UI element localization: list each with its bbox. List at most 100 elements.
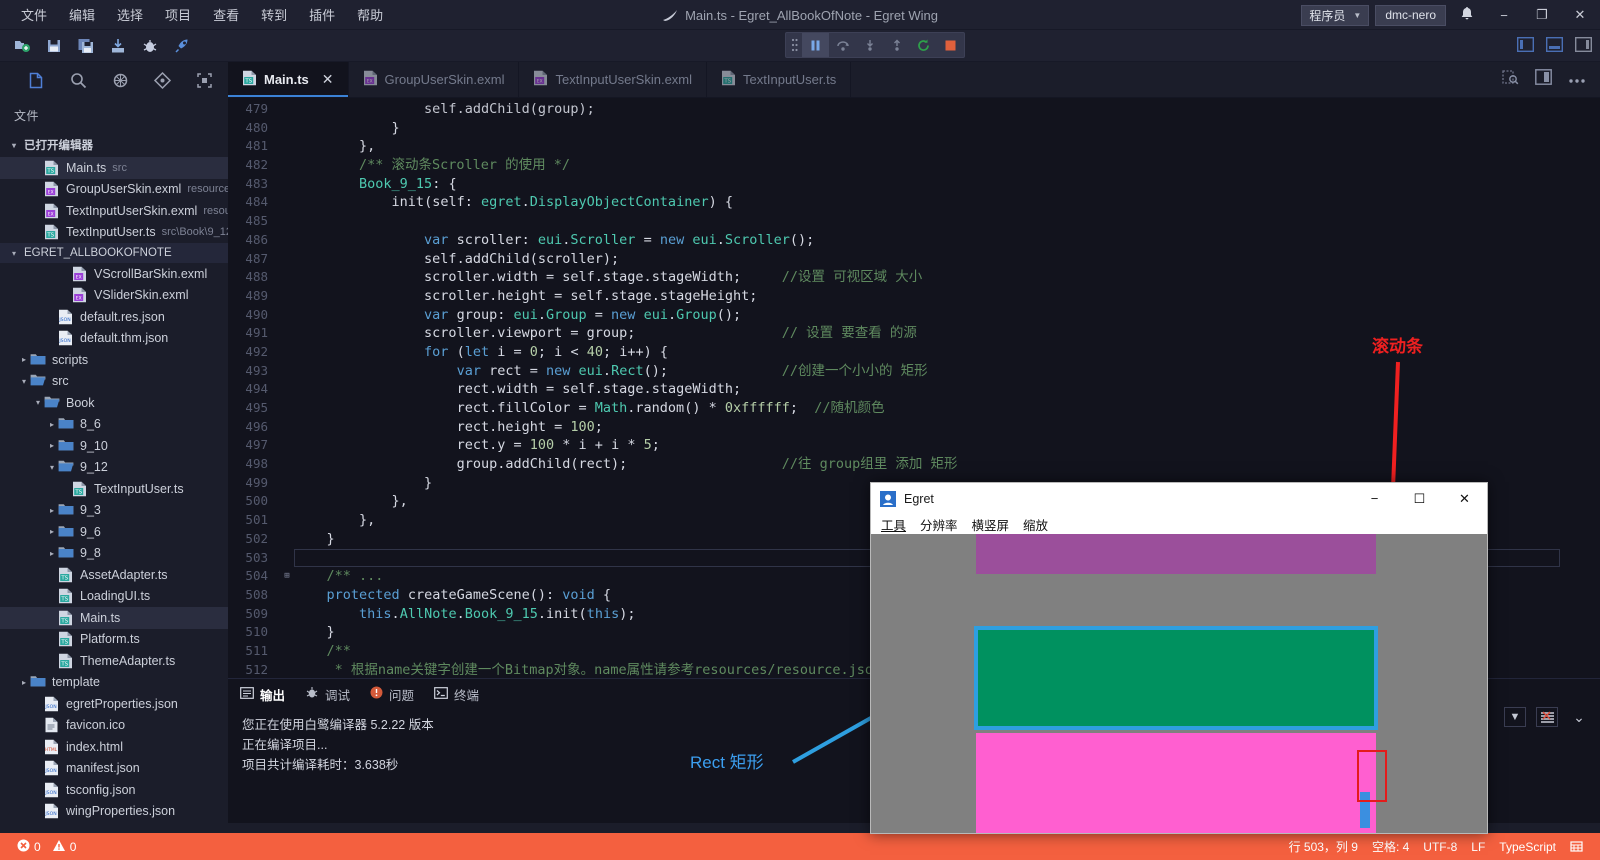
code-line-489[interactable]: 489 scroller.height = self.stage.stageHe… [228,287,1600,306]
user-chip[interactable]: dmc-nero [1375,4,1446,26]
egret-close-button[interactable]: ✕ [1442,483,1487,514]
status-notification-icon[interactable] [1563,833,1590,860]
debug-bug-icon[interactable] [136,33,164,59]
egret-menu-item-3[interactable]: 缩放 [1022,515,1049,534]
explorer-files-icon[interactable] [26,70,46,90]
tree-item-8[interactable]: ▸ 9_10 [0,435,228,457]
menu-item-5[interactable]: 转到 [250,1,298,28]
clear-output-icon[interactable] [1536,707,1558,727]
status-cursor-position[interactable]: 行 503，列 9 [1282,833,1365,860]
save-icon[interactable] [40,33,68,59]
split-search-icon[interactable] [1502,69,1519,91]
explorer-sidebar[interactable]: 文件 ▾ 已打开编辑器 TS Main.ts src EX GroupUserSkin.ex… [0,98,228,823]
extensions-icon[interactable] [110,70,130,90]
chevron-down-icon[interactable]: ▾ [46,463,58,472]
tree-item-23[interactable]: JSON manifest.json [0,758,228,780]
code-line-496[interactable]: 496 rect.height = 100; [228,418,1600,437]
menu-item-4[interactable]: 查看 [202,1,250,28]
split-editor-icon[interactable] [1535,69,1552,90]
tree-item-7[interactable]: ▸ 8_6 [0,414,228,436]
editor-tab-bar[interactable]: TS Main.ts ✕ EX GroupUserSkin.exml EX TextInpu… [228,62,1600,98]
collapse-panel-icon[interactable]: ⌄ [1568,707,1590,727]
code-line-480[interactable]: 480 } [228,119,1600,138]
search-icon[interactable] [68,70,88,90]
chevron-right-icon[interactable]: ▸ [46,420,58,429]
tree-item-3[interactable]: JSON default.thm.json [0,328,228,350]
stop-button[interactable] [937,33,964,57]
panel-tab-1[interactable]: 调试 [305,685,350,704]
status-language-mode[interactable]: TypeScript [1492,833,1563,860]
tree-item-13[interactable]: ▸ 9_8 [0,543,228,565]
editor-tab-0[interactable]: TS Main.ts ✕ [228,62,349,97]
tree-item-24[interactable]: JSON tsconfig.json [0,779,228,801]
panel-tab-2[interactable]: 问题 [370,685,414,704]
step-over-button[interactable] [829,33,856,57]
tree-item-17[interactable]: TS Platform.ts [0,629,228,651]
tree-item-0[interactable]: EX VScrollBarSkin.exml [0,263,228,285]
toggle-right-panel-icon[interactable] [1574,36,1593,57]
toggle-sidebar-icon[interactable] [1516,36,1535,57]
fold-expand-icon[interactable]: ⊞ [280,567,294,586]
source-control-icon[interactable] [152,70,172,90]
tree-item-6[interactable]: ▾ Book [0,392,228,414]
wing-panel-icon[interactable] [194,70,214,90]
egret-menu-item-0[interactable]: 工具 [880,515,907,534]
step-into-button[interactable] [856,33,883,57]
code-line-488[interactable]: 488 scroller.width = self.stage.stageWid… [228,268,1600,287]
code-line-495[interactable]: 495 rect.fillColor = Math.random() * 0xf… [228,399,1600,418]
window-close-button[interactable]: ✕ [1564,0,1596,30]
open-editor-item-2[interactable]: EX TextInputUserSkin.exml resou... [0,200,228,222]
tree-item-18[interactable]: TS ThemeAdapter.ts [0,650,228,672]
more-actions-icon[interactable] [1568,71,1586,89]
window-maximize-button[interactable]: ❐ [1526,0,1558,30]
chevron-down-icon[interactable]: ▾ [18,377,30,386]
status-eol[interactable]: LF [1464,833,1492,860]
egret-preview-window[interactable]: Egret − ☐ ✕ 工具 分辨率 横竖屏 缩放 [870,482,1488,834]
code-line-483[interactable]: 483 Book_9_15: { [228,175,1600,194]
filter-icon[interactable]: ▼ [1504,707,1526,727]
menu-item-7[interactable]: 帮助 [346,1,394,28]
code-line-482[interactable]: 482 /** 滚动条Scroller 的使用 */ [228,156,1600,175]
chevron-right-icon[interactable]: ▸ [18,355,30,364]
status-indentation[interactable]: 空格: 4 [1365,833,1416,860]
chevron-right-icon[interactable]: ▸ [46,506,58,515]
code-line-494[interactable]: 494 rect.width = self.stage.stageWidth; [228,380,1600,399]
drag-grip-icon[interactable] [786,33,802,57]
publish-rocket-icon[interactable] [168,33,196,59]
code-line-486[interactable]: 486 var scroller: eui.Scroller = new eui… [228,231,1600,250]
menu-item-1[interactable]: 编辑 [58,1,106,28]
tree-item-5[interactable]: ▾ src [0,371,228,393]
window-minimize-button[interactable]: − [1488,0,1520,30]
tree-item-20[interactable]: JSON egretProperties.json [0,693,228,715]
code-line-487[interactable]: 487 self.addChild(scroller); [228,250,1600,269]
editor-tab-1[interactable]: EX GroupUserSkin.exml [349,62,520,97]
file-tree[interactable]: ▾ 已打开编辑器 TS Main.ts src EX GroupUserSkin.exml r… [0,133,228,822]
code-line-498[interactable]: 498 group.addChild(rect); //往 group组里 添加… [228,455,1600,474]
open-editor-item-0[interactable]: TS Main.ts src [0,157,228,179]
tree-item-19[interactable]: ▸ template [0,672,228,694]
step-out-button[interactable] [883,33,910,57]
tree-item-2[interactable]: JSON default.res.json [0,306,228,328]
tree-item-12[interactable]: ▸ 9_6 [0,521,228,543]
tree-item-25[interactable]: JSON wingProperties.json [0,801,228,823]
menu-item-6[interactable]: 插件 [298,1,346,28]
tree-item-10[interactable]: TS TextInputUser.ts [0,478,228,500]
chevron-right-icon[interactable]: ▸ [18,678,30,687]
chevron-right-icon[interactable]: ▸ [46,527,58,536]
editor-tab-2[interactable]: EX TextInputUserSkin.exml [519,62,708,97]
egret-menu-item-1[interactable]: 分辨率 [919,515,959,534]
restart-button[interactable] [910,33,937,57]
tree-item-9[interactable]: ▾ 9_12 [0,457,228,479]
code-line-490[interactable]: 490 var group: eui.Group = new eui.Group… [228,306,1600,325]
tree-item-1[interactable]: EX VSliderSkin.exml [0,285,228,307]
code-line-479[interactable]: 479 self.addChild(group); [228,100,1600,119]
code-line-497[interactable]: 497 rect.y = 100 * i + i * 5; [228,436,1600,455]
egret-minimize-button[interactable]: − [1352,483,1397,514]
tree-item-11[interactable]: ▸ 9_3 [0,500,228,522]
code-line-484[interactable]: 484 init(self: egret.DisplayObjectContai… [228,193,1600,212]
new-file-icon[interactable] [8,33,36,59]
egret-maximize-button[interactable]: ☐ [1397,483,1442,514]
open-editor-item-3[interactable]: TS TextInputUser.ts src\Book\9_12 [0,222,228,244]
save-all-icon[interactable] [72,33,100,59]
code-line-493[interactable]: 493 var rect = new eui.Rect(); //创建一个小小的… [228,362,1600,381]
